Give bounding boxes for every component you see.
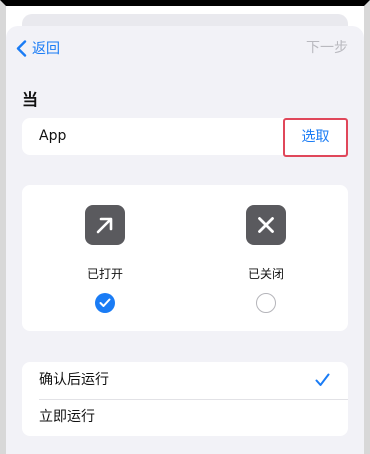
run-option-immediate[interactable]: 立即运行 [22, 399, 348, 436]
run-option-confirm[interactable]: 确认后运行 [22, 362, 348, 399]
app-row: App 选取 [22, 118, 348, 157]
choose-button[interactable]: 选取 [283, 118, 348, 157]
checkmark-icon [315, 373, 330, 386]
app-label: App [39, 128, 67, 144]
close-x-icon [246, 205, 286, 245]
state-option-opened[interactable]: 已打开 [45, 185, 165, 331]
state-label-opened: 已打开 [86, 267, 123, 281]
arrow-up-right-icon [85, 205, 125, 245]
back-label: 返回 [32, 41, 60, 57]
radio-checked[interactable] [95, 293, 115, 313]
section-title: 当 [22, 90, 39, 109]
checkmark-icon [99, 298, 111, 307]
back-button[interactable]: 返回 [16, 38, 60, 58]
chevron-left-icon [16, 39, 27, 57]
radio-unchecked[interactable] [256, 293, 276, 313]
run-option-label: 确认后运行 [39, 372, 109, 388]
state-option-closed[interactable]: 已关闭 [206, 185, 326, 331]
run-option-card: 确认后运行 立即运行 [22, 362, 348, 436]
run-option-label: 立即运行 [39, 409, 95, 425]
next-button[interactable]: 下一步 [306, 38, 348, 58]
state-card: 已打开 已关闭 [22, 185, 348, 331]
state-label-closed: 已关闭 [247, 267, 284, 281]
